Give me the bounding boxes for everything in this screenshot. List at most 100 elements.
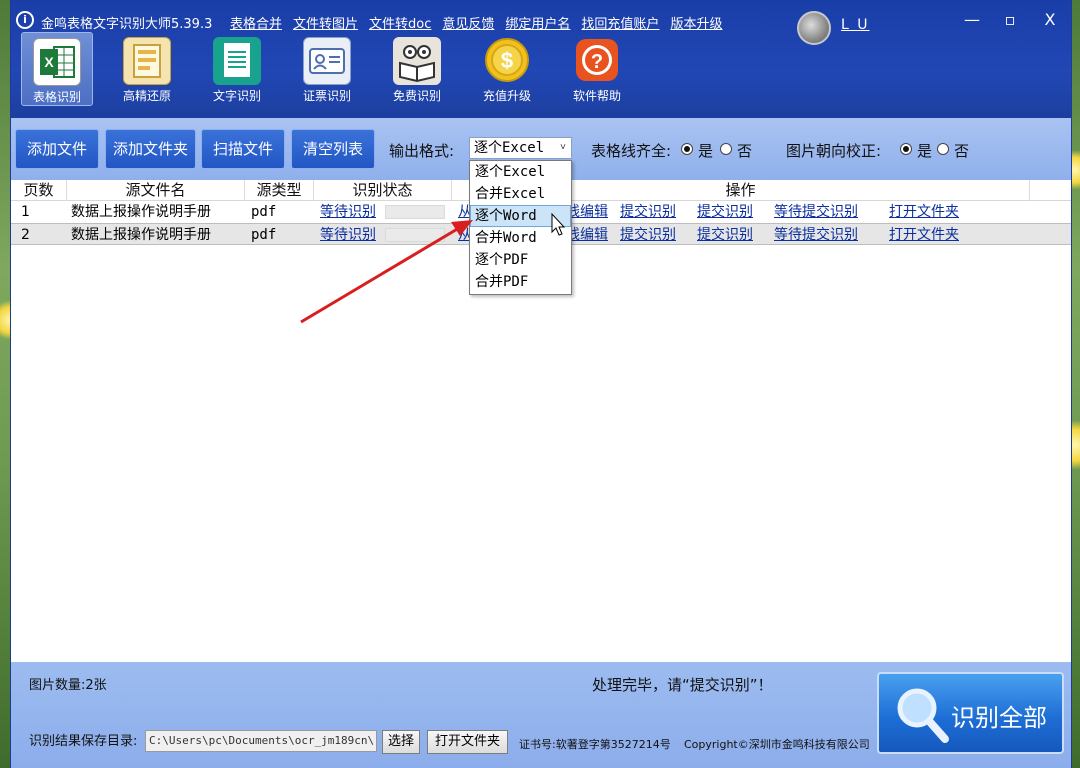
tool-free-recognition[interactable]: 免费识别 xyxy=(381,32,453,106)
document-restore-icon xyxy=(123,37,171,85)
row-submit-link[interactable]: 提交识别 xyxy=(620,201,676,223)
help-icon: ? xyxy=(573,37,621,85)
scan-file-button[interactable]: 扫描文件 xyxy=(201,129,285,169)
minimize-button[interactable]: — xyxy=(957,6,987,34)
tool-recharge-upgrade[interactable]: $ 充值升级 xyxy=(471,32,543,106)
top-bar: i 金鸣表格文字识别大师5.39.3 表格合并 文件转图片 文件转doc 意见反… xyxy=(11,0,1071,118)
tool-label: 软件帮助 xyxy=(572,89,621,103)
row-submit-link[interactable]: 提交识别 xyxy=(620,224,676,246)
output-format-dropdown: 逐个Excel 合并Excel 逐个Word 合并Word 逐个PDF 合并PD… xyxy=(469,160,572,295)
grid-lines-label: 表格线齐全: xyxy=(591,142,672,160)
row-type: pdf xyxy=(251,204,277,220)
row-open-folder-link[interactable]: 打开文件夹 xyxy=(889,201,959,223)
image-count: 图片数量:2张 xyxy=(29,678,107,693)
menu-link-file-to-doc[interactable]: 文件转doc xyxy=(369,13,431,32)
dollar-coin-icon: $ xyxy=(483,37,531,85)
grid-no-label: 否 xyxy=(737,142,753,160)
tool-software-help[interactable]: ? 软件帮助 xyxy=(561,32,633,106)
col-header-filename: 源文件名 xyxy=(67,180,245,201)
row-open-folder-link[interactable]: 打开文件夹 xyxy=(889,224,959,246)
row-page: 1 xyxy=(21,204,30,220)
grid-no-radio[interactable] xyxy=(720,143,732,155)
excel-icon: X xyxy=(33,38,81,86)
add-file-button[interactable]: 添加文件 xyxy=(15,129,99,169)
top-menu: 表格合并 文件转图片 文件转doc 意见反馈 绑定用户名 找回充值账户 版本升级 xyxy=(230,13,722,32)
tool-label: 免费识别 xyxy=(392,89,441,103)
dropdown-option[interactable]: 合并PDF xyxy=(470,271,571,293)
tool-certificate-recognition[interactable]: 证票识别 xyxy=(291,32,363,106)
orientation-yes-radio[interactable] xyxy=(900,143,912,155)
menu-link-table-merge[interactable]: 表格合并 xyxy=(230,13,282,32)
col-header-status: 识别状态 xyxy=(314,180,452,201)
tool-high-precision[interactable]: 高精还原 xyxy=(111,32,183,106)
menu-link-recover-account[interactable]: 找回充值账户 xyxy=(581,13,659,32)
id-card-icon xyxy=(303,37,351,85)
orientation-no-radio[interactable] xyxy=(937,143,949,155)
row-status-link[interactable]: 等待识别 xyxy=(320,201,376,223)
grid-yes-label: 是 xyxy=(698,142,714,160)
close-button[interactable]: X xyxy=(1035,6,1065,34)
certificate-text: 证书号:软著登字第3527214号 xyxy=(519,738,671,751)
row-page: 2 xyxy=(21,227,30,243)
app-window: i 金鸣表格文字识别大师5.39.3 表格合并 文件转图片 文件转doc 意见反… xyxy=(10,0,1072,768)
tool-label: 文字识别 xyxy=(212,89,261,103)
menu-link-file-to-image[interactable]: 文件转图片 xyxy=(293,13,358,32)
col-header-type: 源类型 xyxy=(245,180,314,201)
user-name-link[interactable]: L U xyxy=(841,17,870,33)
orientation-yes-label: 是 xyxy=(917,142,933,160)
choose-dir-button[interactable]: 选择 xyxy=(382,730,420,754)
row-progress-bar xyxy=(385,228,445,242)
save-dir-label: 识别结果保存目录: xyxy=(29,734,138,749)
tool-label: 表格识别 xyxy=(32,90,81,104)
col-header-pages: 页数 xyxy=(11,180,67,201)
menu-link-upgrade[interactable]: 版本升级 xyxy=(670,13,722,32)
tool-label: 高精还原 xyxy=(122,89,171,103)
text-document-icon xyxy=(213,37,261,85)
status-message: 处理完毕，请“提交识别”！ xyxy=(592,676,773,694)
orientation-no-label: 否 xyxy=(954,142,970,160)
dropdown-option[interactable]: 合并Excel xyxy=(470,183,571,205)
app-logo-icon: i xyxy=(16,11,34,29)
tool-label: 证票识别 xyxy=(302,89,351,103)
row-filename: 数据上报操作说明手册 xyxy=(71,204,211,220)
dropdown-option-hovered[interactable]: 逐个Word xyxy=(470,205,571,227)
open-folder-button[interactable]: 打开文件夹 xyxy=(427,730,508,754)
row-wait-submit-link[interactable]: 等待提交识别 xyxy=(774,224,858,246)
row-wait-submit-link[interactable]: 等待提交识别 xyxy=(774,201,858,223)
output-format-label: 输出格式: xyxy=(389,142,455,160)
tool-table-recognition[interactable]: X 表格识别 xyxy=(21,32,93,106)
row-submit-link-2[interactable]: 提交识别 xyxy=(697,201,753,223)
svg-text:X: X xyxy=(44,54,54,70)
dropdown-option[interactable]: 合并Word xyxy=(470,227,571,249)
row-filename: 数据上报操作说明手册 xyxy=(71,227,211,243)
svg-text:$: $ xyxy=(501,48,513,73)
bottom-panel: 图片数量:2张 处理完毕，请“提交识别”！ 识别结果保存目录: C:\Users… xyxy=(11,662,1071,768)
dropdown-option[interactable]: 逐个Excel xyxy=(470,161,571,183)
menu-link-feedback[interactable]: 意见反馈 xyxy=(442,13,494,32)
row-progress-bar xyxy=(385,205,445,219)
tool-label: 充值升级 xyxy=(482,89,531,103)
svg-text:?: ? xyxy=(591,51,603,73)
row-submit-link-2[interactable]: 提交识别 xyxy=(697,224,753,246)
copyright-text: Copyright©深圳市金鸣科技有限公司 xyxy=(684,738,870,751)
row-type: pdf xyxy=(251,227,277,243)
avatar[interactable] xyxy=(797,11,831,45)
add-folder-button[interactable]: 添加文件夹 xyxy=(105,129,196,169)
orientation-label: 图片朝向校正: xyxy=(786,142,882,160)
output-format-select[interactable]: 逐个Excel ˅ xyxy=(469,137,572,159)
output-format-value: 逐个Excel xyxy=(474,140,545,156)
clear-list-button[interactable]: 清空列表 xyxy=(291,129,375,169)
recognize-all-button[interactable]: 识别全部 xyxy=(877,672,1064,754)
tool-text-recognition[interactable]: 文字识别 xyxy=(201,32,273,106)
grid-yes-radio[interactable] xyxy=(681,143,693,155)
menu-link-bind-user[interactable]: 绑定用户名 xyxy=(505,13,570,32)
dropdown-option[interactable]: 逐个PDF xyxy=(470,249,571,271)
magnifier-icon xyxy=(897,688,949,743)
maximize-button[interactable]: ▫ xyxy=(995,6,1025,34)
chevron-down-icon: ˅ xyxy=(559,142,566,153)
save-dir-input[interactable]: C:\Users\pc\Documents\ocr_jm189cn\ xyxy=(145,730,377,752)
recognize-all-label: 识别全部 xyxy=(951,704,1047,732)
row-status-link[interactable]: 等待识别 xyxy=(320,224,376,246)
app-title: 金鸣表格文字识别大师5.39.3 xyxy=(41,17,213,32)
owl-book-icon xyxy=(393,37,441,85)
